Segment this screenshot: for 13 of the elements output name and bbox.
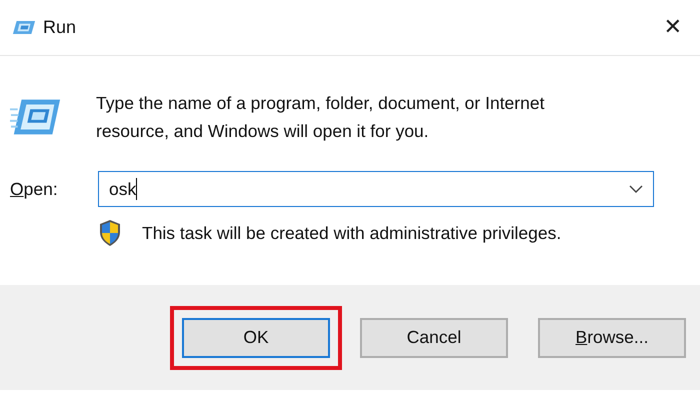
- open-combobox[interactable]: osk: [98, 171, 654, 207]
- shield-icon: [98, 219, 122, 247]
- description-text: Type the name of a program, folder, document, or Internet resource, and Windows will open it for you.: [96, 92, 546, 143]
- window-title: Run: [43, 17, 76, 38]
- cancel-button[interactable]: Cancel: [360, 318, 508, 358]
- run-icon: [10, 97, 62, 137]
- close-button[interactable]: ✕: [660, 15, 686, 40]
- open-label: Open:: [10, 178, 59, 200]
- ok-button[interactable]: OK: [182, 318, 330, 358]
- chevron-down-icon[interactable]: [629, 185, 643, 193]
- notice-text: This task will be created with administrative privileges.: [142, 222, 562, 244]
- browse-button[interactable]: Browse...: [538, 318, 686, 358]
- run-icon: [12, 19, 36, 36]
